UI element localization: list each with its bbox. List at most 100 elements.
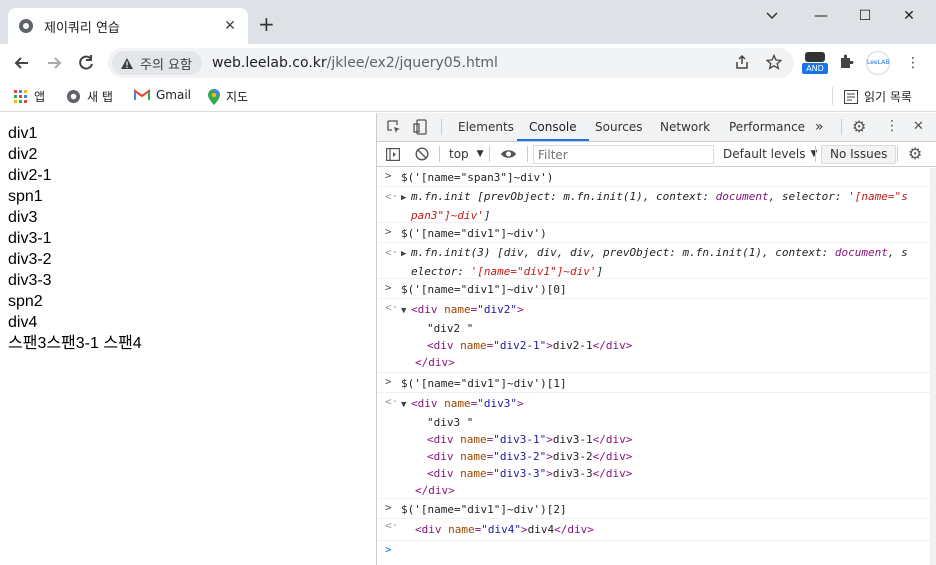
tab-performance[interactable]: Performance xyxy=(729,113,805,141)
bookmark-label: 지도 xyxy=(226,90,249,104)
command-prompt-icon: > xyxy=(385,375,392,388)
bookmark-label: Gmail xyxy=(156,88,192,102)
tab-search-icon[interactable] xyxy=(766,12,778,20)
url-text: web.leelab.co.kr/jklee/ex2/jquery05.html xyxy=(211,55,498,71)
command-text: $('[name="div1"]~div') xyxy=(401,227,547,240)
page-text-line: spn1 xyxy=(8,188,43,205)
console-command: > $('[name="span3"]~div') xyxy=(377,167,936,187)
tab-sources[interactable]: Sources xyxy=(595,113,642,141)
bookmark-newtab[interactable]: 새 탭 xyxy=(66,88,113,105)
bookmark-maps[interactable]: 지도 xyxy=(208,88,248,105)
page-text-line: div3-2 xyxy=(8,251,52,268)
collapse-triangle-icon[interactable]: ▼ xyxy=(401,397,411,414)
return-arrow-icon: <· xyxy=(385,519,399,532)
log-levels-dropdown[interactable]: Default levels ▼ xyxy=(723,147,817,161)
reading-list-label: 읽기 목록 xyxy=(864,90,912,104)
device-toolbar-icon[interactable] xyxy=(413,119,428,135)
security-text: 주의 요함 xyxy=(140,57,192,73)
page-text-line: 스팬3스팬3-1 스팬4 xyxy=(8,335,142,352)
tab-console[interactable]: Console xyxy=(517,113,589,141)
console-command: > $('[name="div1"]~div')[0] xyxy=(377,279,936,299)
command-prompt-icon: > xyxy=(385,225,392,238)
bookmark-gmail[interactable]: Gmail xyxy=(134,88,191,102)
apps-grid-icon xyxy=(14,89,27,103)
reading-list[interactable]: 읽기 목록 xyxy=(844,88,912,105)
context-selector[interactable]: top ▼ xyxy=(449,147,484,161)
console-result[interactable]: <· ▶ m.fn.init(3) [div, div, div, prevObj… xyxy=(377,243,936,279)
console-filter-input[interactable] xyxy=(533,145,714,164)
page-text-line: div1 xyxy=(8,125,38,142)
gmail-icon xyxy=(134,89,150,100)
tab-title: 제이쿼리 연습 xyxy=(44,20,120,36)
issues-button[interactable]: No Issues xyxy=(821,145,897,164)
profile-avatar[interactable]: LeeLAB xyxy=(866,51,890,75)
reload-icon[interactable] xyxy=(76,53,96,73)
command-prompt-icon: > xyxy=(385,501,392,514)
command-text: $('[name="div1"]~div')[1] xyxy=(401,377,567,390)
console-output: > $('[name="span3"]~div') <· ▶ m.fn.init … xyxy=(377,167,936,559)
page-text-line: div3-1 xyxy=(8,230,52,247)
close-devtools-icon[interactable]: ✕ xyxy=(913,119,924,134)
console-command: > $('[name="div1"]~div') xyxy=(377,223,936,243)
bookmark-apps[interactable]: 앱 xyxy=(14,88,45,105)
extensions-icon[interactable] xyxy=(838,54,854,70)
expand-triangle-icon[interactable]: ▶ xyxy=(401,246,411,263)
console-result[interactable]: <· ▶ m.fn.init [prevObject: m.fn.init(1),… xyxy=(377,187,936,223)
devtools-menu-icon[interactable]: ⋮ xyxy=(885,118,899,134)
page-text-line: div3 xyxy=(8,209,38,226)
browser-tab[interactable]: 제이쿼리 연습 ✕ xyxy=(8,8,248,44)
bookmark-label: 앱 xyxy=(34,90,46,104)
toolbar-divider xyxy=(439,146,440,162)
bookmark-star-icon[interactable] xyxy=(766,54,782,70)
toolbar-divider xyxy=(489,146,490,162)
toolbar-divider xyxy=(441,119,442,135)
minimize-button[interactable]: — xyxy=(806,8,836,24)
back-icon[interactable] xyxy=(12,53,32,73)
close-tab-icon[interactable]: ✕ xyxy=(222,18,238,34)
collapse-triangle-icon[interactable]: ▼ xyxy=(401,303,411,320)
console-command: > $('[name="div1"]~div')[1] xyxy=(377,373,936,393)
devtools-panel: Elements Console Sources Network Perform… xyxy=(376,113,936,565)
command-text: $('[name="div1"]~div')[2] xyxy=(401,503,567,516)
toolbar: 주의 요함 web.leelab.co.kr/jklee/ex2/jquery0… xyxy=(0,44,936,82)
bookmarks-bar: 앱 새 탭 Gmail 지도 읽기 목록 xyxy=(0,82,936,112)
share-icon[interactable] xyxy=(734,54,750,70)
security-chip[interactable]: 주의 요함 xyxy=(112,51,202,75)
more-tabs-button[interactable]: » xyxy=(815,113,824,141)
tab-elements[interactable]: Elements xyxy=(458,113,514,141)
address-bar[interactable]: 주의 요함 web.leelab.co.kr/jklee/ex2/jquery0… xyxy=(108,48,794,78)
console-result-element[interactable]: <· ▼ <div name="div3"> "div3 " <div name=… xyxy=(377,393,936,499)
globe-icon xyxy=(66,89,81,104)
console-scrollbar[interactable] xyxy=(930,168,936,565)
clear-console-icon[interactable] xyxy=(415,147,429,161)
settings-gear-icon[interactable]: ⚙ xyxy=(852,117,866,136)
toolbar-divider xyxy=(815,146,816,162)
command-text: $('[name="div1"]~div')[0] xyxy=(401,283,567,296)
console-result-element[interactable]: <· <div name="div4">div4</div> xyxy=(377,519,936,541)
extension-badge[interactable]: AND xyxy=(802,50,828,76)
page-text-line: div2 xyxy=(8,146,38,163)
menu-icon[interactable]: ⋮ xyxy=(906,53,920,73)
console-result-element[interactable]: <· ▼ <div name="div2"> "div2 " <div name=… xyxy=(377,299,936,373)
input-prompt-icon: > xyxy=(385,543,392,556)
page-text-line: div2-1 xyxy=(8,167,52,184)
expand-triangle-icon[interactable]: ▶ xyxy=(401,190,411,207)
dropdown-arrow-icon: ▼ xyxy=(810,149,818,159)
live-expression-eye-icon[interactable] xyxy=(500,148,517,160)
new-tab-button[interactable]: + xyxy=(258,14,275,34)
command-prompt-icon: > xyxy=(385,169,392,182)
tab-network[interactable]: Network xyxy=(660,113,710,141)
toolbar-divider xyxy=(527,146,528,162)
page-text-line: div3-3 xyxy=(8,272,52,289)
toolbar-divider xyxy=(897,146,898,162)
warning-icon xyxy=(121,57,133,69)
maximize-button[interactable]: ☐ xyxy=(850,8,880,24)
inspect-element-icon[interactable] xyxy=(387,120,402,135)
sidebar-toggle-icon[interactable] xyxy=(386,148,400,161)
close-window-button[interactable]: ✕ xyxy=(894,8,924,24)
return-arrow-icon: <· xyxy=(385,190,399,203)
console-settings-gear-icon[interactable]: ⚙ xyxy=(908,144,922,163)
console-prompt[interactable]: > xyxy=(377,541,936,559)
context-label: top xyxy=(449,147,469,161)
forward-icon[interactable] xyxy=(44,53,64,73)
